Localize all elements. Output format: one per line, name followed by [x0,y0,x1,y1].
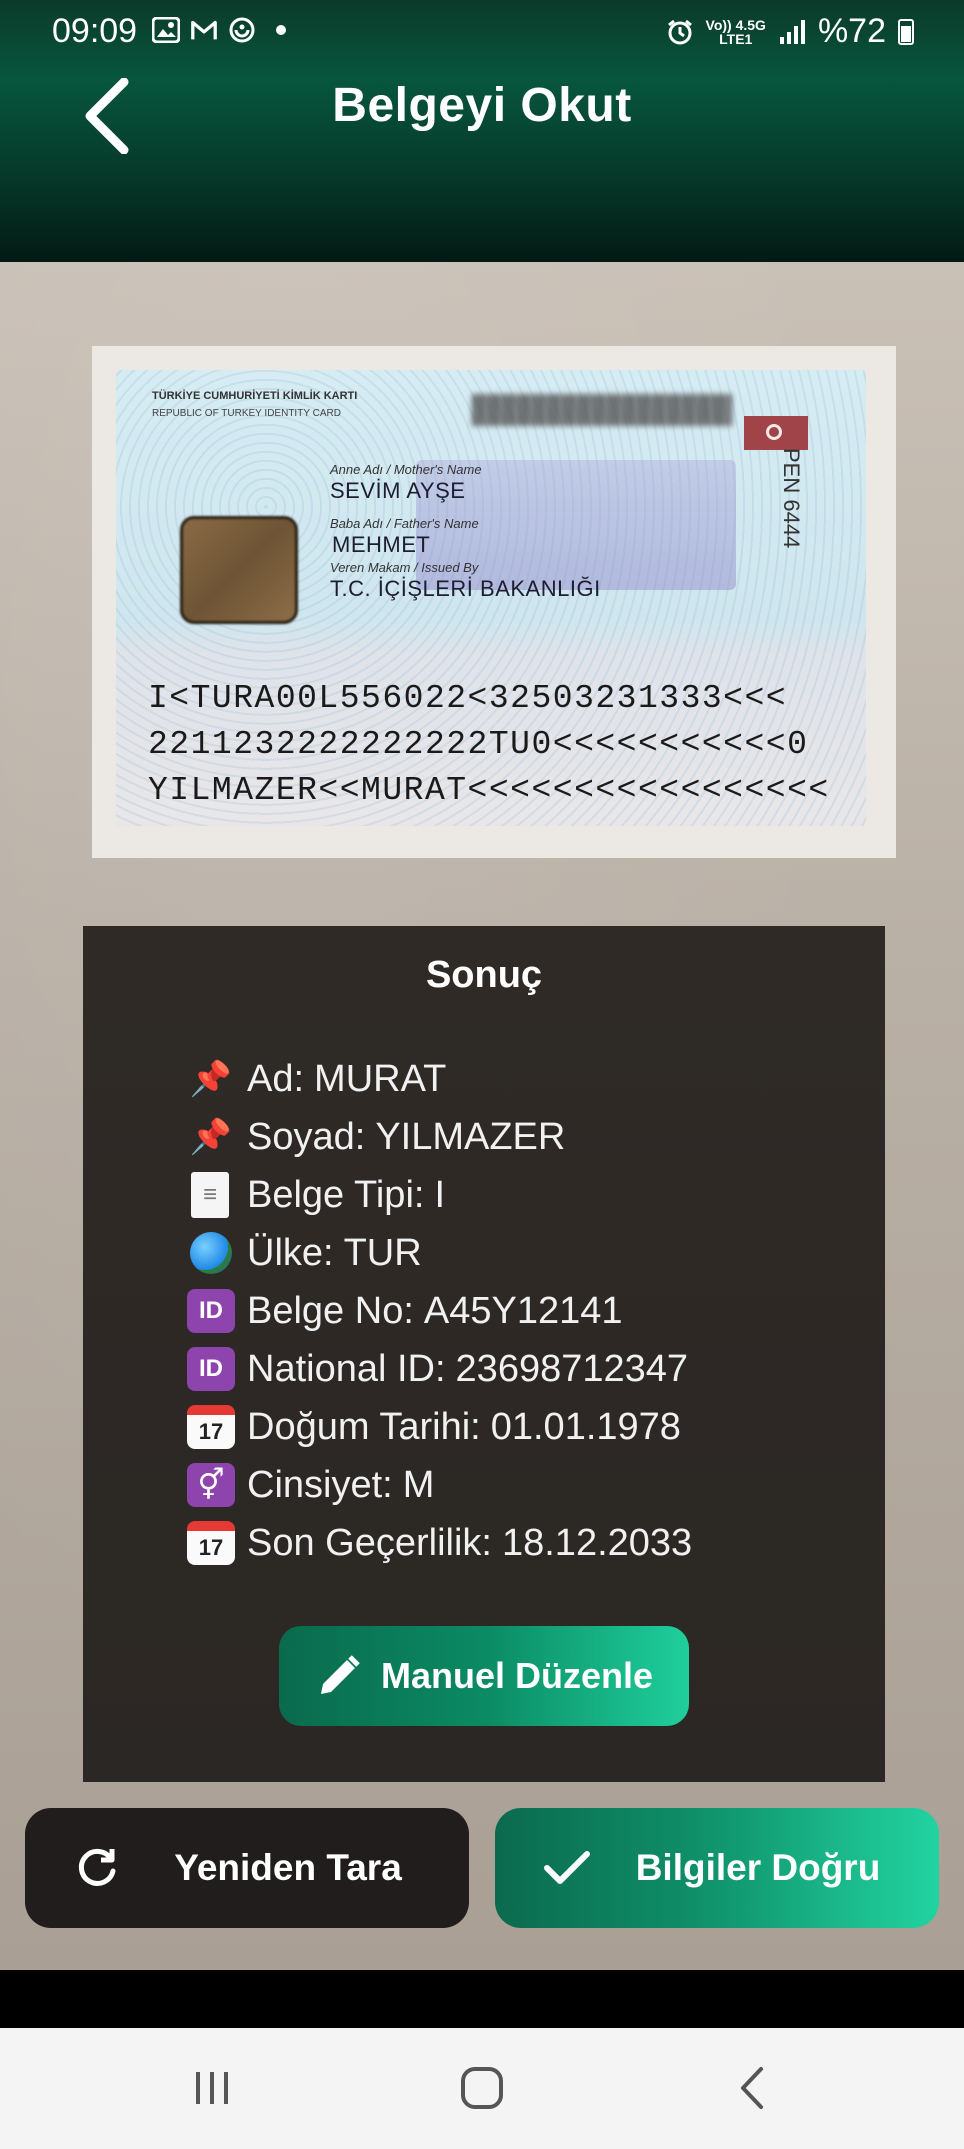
pushpin-icon: 📌 [189,1118,233,1156]
field-value: 23698712347 [455,1347,689,1390]
system-icons: Vo)) 4.5G LTE1 %72 [666,12,914,51]
result-row-national-id: ID National ID: 23698712347 [187,1340,692,1398]
gender-icon: ⚥ [187,1463,235,1507]
rescan-button[interactable]: Yeniden Tara [25,1808,469,1928]
result-row-birth-date: 17 Doğum Tarihi: 01.01.1978 [187,1398,692,1456]
mrz-line-3: YILMAZER<<MURAT<<<<<<<<<<<<<<<<< [148,772,830,809]
field-value: MURAT [314,1057,447,1100]
card-serial: PEN 6444 [779,448,804,549]
field-label: Son Geçerlilik: [247,1521,492,1564]
field-value: I [434,1173,446,1216]
app-icon [228,16,256,44]
field-label: National ID: [247,1347,446,1390]
result-row-surname: 📌 Soyad: YILMAZER [187,1108,692,1166]
pushpin-icon: 📌 [189,1060,233,1098]
document-icon: ≡ [191,1172,229,1218]
result-panel: Sonuç 📌 Ad: MURAT 📌 Soyad: YILMAZER ≡ Be… [83,926,885,1782]
field-value: YILMAZER [375,1115,566,1158]
battery-percent: %72 [817,12,886,50]
id-icon: ID [187,1347,235,1391]
card-title-en: REPUBLIC OF TURKEY IDENTITY CARD [152,408,341,419]
globe-icon [190,1232,232,1274]
card-chip [180,516,298,624]
field-value: 18.12.2033 [501,1521,693,1564]
check-icon [537,1838,597,1898]
notification-icons [152,16,286,44]
field-label: Belge No: [247,1289,414,1332]
calendar-icon: 17 [187,1521,235,1565]
issued-label: Veren Makam / Issued By [330,560,479,575]
pencil-icon [320,1655,360,1694]
mother-label: Anne Adı / Mother's Name [330,462,482,477]
confirm-button[interactable]: Bilgiler Doğru [495,1808,939,1928]
calendar-icon: 17 [187,1405,235,1449]
issued-value: T.C. İÇİŞLERİ BAKANLIĞI [330,576,601,601]
battery-icon [898,18,914,45]
father-label: Baba Adı / Father's Name [330,516,479,531]
system-nav-bar [0,2028,964,2149]
back-icon [741,2067,763,2109]
manual-edit-label: Manuel Düzenle [380,1655,654,1696]
rescan-label: Yeniden Tara [174,1847,402,1888]
page-title: Belgeyi Okut [332,79,632,132]
mrz-line-1: I<TURA00L556022<32503231333<<< [148,680,788,717]
result-row-first-name: 📌 Ad: MURAT [187,1050,692,1108]
network-indicator: Vo)) 4.5G LTE1 [706,18,766,46]
field-label: Ad: [247,1057,305,1100]
result-row-document-type: ≡ Belge Tipi: I [187,1166,692,1224]
manual-edit-button[interactable]: Manuel Düzenle [279,1626,689,1726]
recents-button[interactable] [172,2058,252,2118]
mother-value: SEVİM AYŞE [330,478,466,503]
home-icon [461,2067,503,2109]
network-type: Vo)) 4.5G [705,16,766,33]
nav-back-button[interactable] [712,2058,792,2118]
field-value: TUR [343,1231,422,1274]
id-icon: ID [187,1289,235,1333]
result-list: 📌 Ad: MURAT 📌 Soyad: YILMAZER ≡ Belge Ti… [187,1050,692,1572]
bottom-spacer [0,1970,964,2028]
field-label: Ülke: [247,1231,334,1274]
id-card-image: TÜRKİYE CUMHURİYETİ KİMLİK KARTI REPUBLI… [116,370,866,826]
status-bar: 09:09 Vo)) 4.5G LTE1 %72 [0,8,964,56]
status-time: 09:09 [52,12,138,50]
father-value: MEHMET [332,532,431,557]
home-button[interactable] [442,2058,522,2118]
network-sim: LTE1 [719,30,753,47]
result-row-country: Ülke: TUR [187,1224,692,1282]
result-title: Sonuç [425,954,543,996]
result-row-expiry-date: 17 Son Geçerlilik: 18.12.2033 [187,1514,692,1572]
gmail-icon [190,16,218,44]
alarm-icon [666,18,694,46]
dot-icon [276,25,286,35]
field-label: Belge Tipi: [247,1173,425,1216]
field-label: Doğum Tarihi: [247,1405,481,1448]
refresh-icon [67,1838,127,1898]
field-label: Soyad: [247,1115,366,1158]
card-barcode [472,394,732,426]
field-value: 01.01.1978 [490,1405,681,1448]
card-flag-icon [744,416,808,450]
mrz-line-2: 2211232222222222TU0<<<<<<<<<<<0 [148,726,809,763]
signal-icon [778,18,806,46]
result-row-document-number: ID Belge No: A45Y12141 [187,1282,692,1340]
field-value: M [402,1463,435,1506]
confirm-label: Bilgiler Doğru [635,1847,881,1888]
recents-icon [196,2072,228,2104]
result-row-gender: ⚥ Cinsiyet: M [187,1456,692,1514]
field-value: A45Y12141 [423,1289,623,1332]
image-icon [152,16,180,44]
app-header: 09:09 Vo)) 4.5G LTE1 %72 Belgeyi Okut [0,0,964,262]
field-label: Cinsiyet: [247,1463,393,1506]
card-title-tr: TÜRKİYE CUMHURİYETİ KİMLİK KARTI [152,390,358,402]
